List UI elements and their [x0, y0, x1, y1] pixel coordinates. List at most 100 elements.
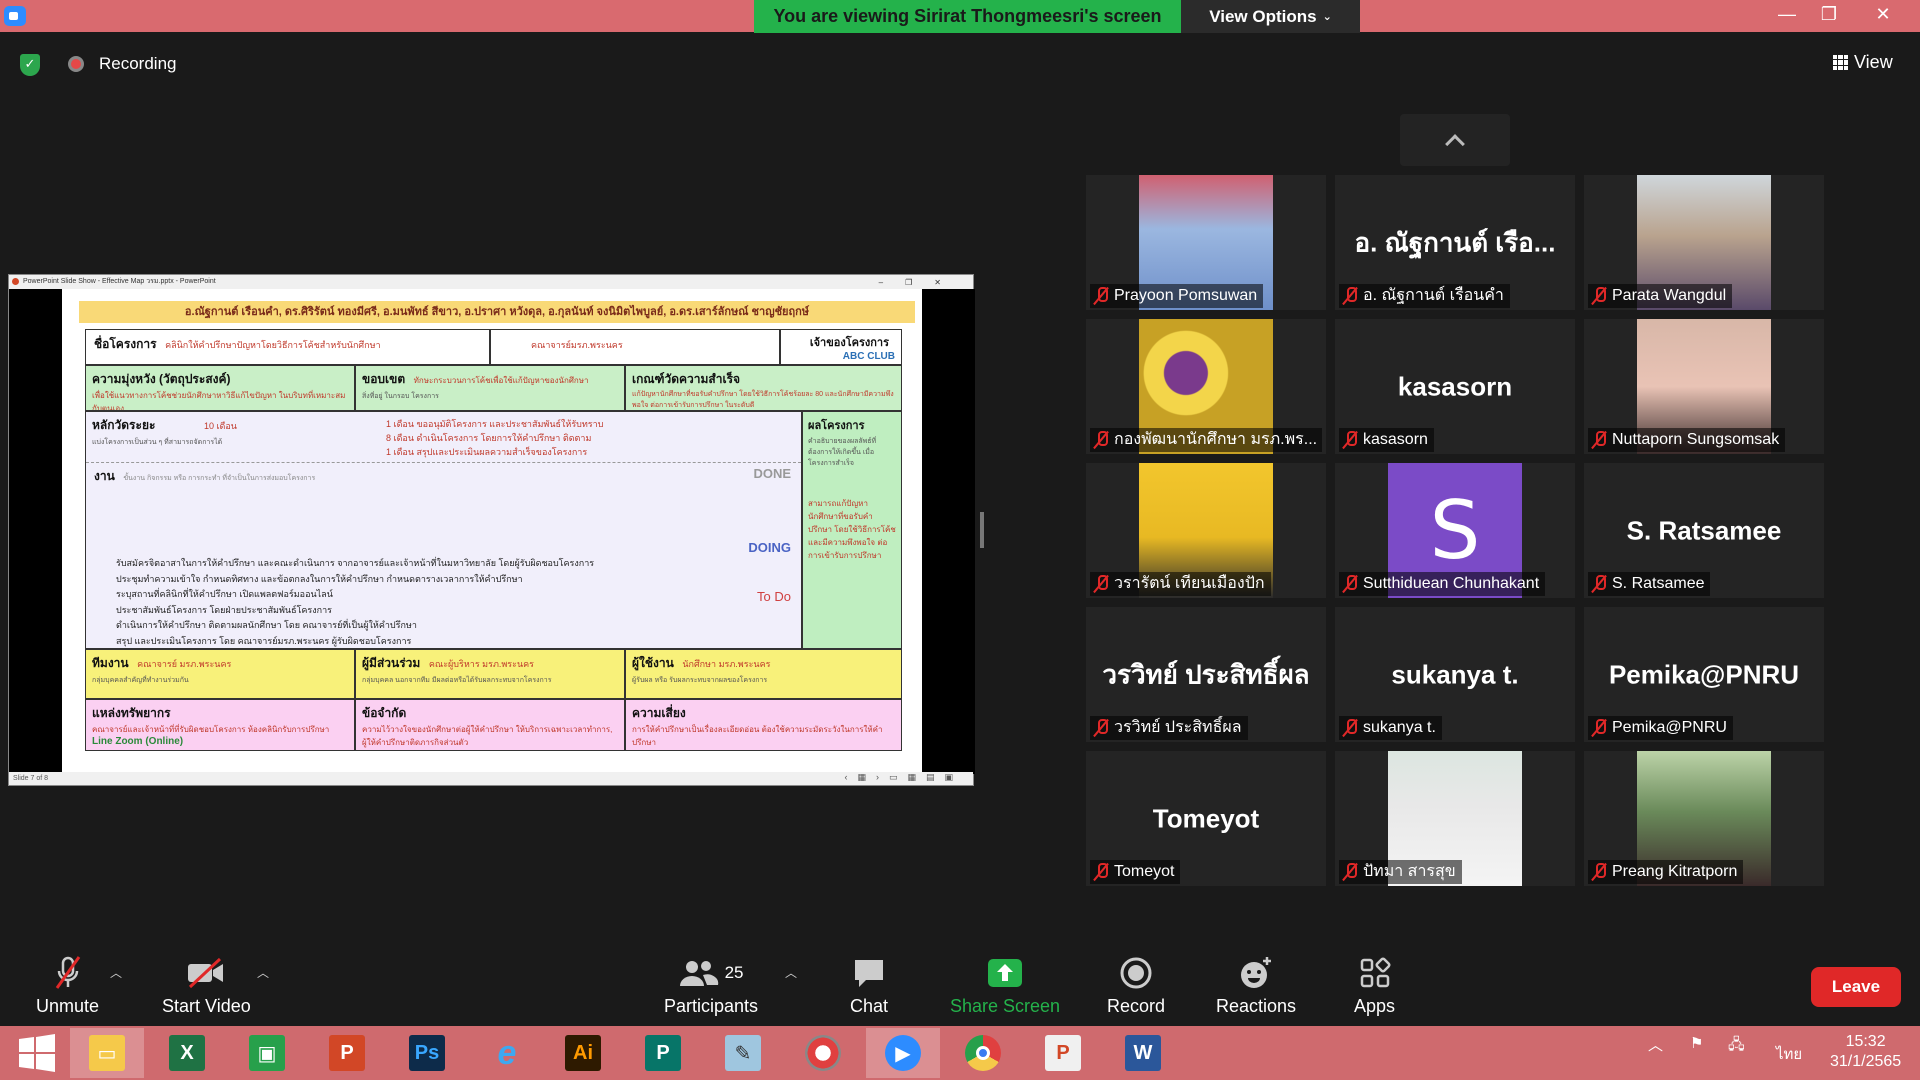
- window-titlebar: You are viewing Sirirat Thongmeesri's sc…: [0, 0, 1920, 33]
- taskbar-chrome[interactable]: [946, 1028, 1020, 1078]
- resource-text: คณาจารย์และเจ้าหน้าที่ที่รับผิดชอบโครงกา…: [92, 725, 330, 734]
- share-screen-button[interactable]: Share Screen: [950, 954, 1060, 1017]
- work-divider: [86, 462, 801, 463]
- risk-text: การให้คำปรึกษาเป็นเรื่องละเอียดอ่อน ต้อง…: [632, 725, 883, 747]
- taskbar-start[interactable]: [0, 1028, 74, 1078]
- participant-name: อ. ณัฐกานต์ เรือนคำ: [1363, 287, 1504, 304]
- slide-goal-box: ความมุ่งหวัง (วัตถุประสงค์) เพื่อใช้แนวท…: [85, 365, 355, 411]
- taskbar-file-explorer[interactable]: ▭: [70, 1028, 144, 1078]
- reactions-button[interactable]: Reactions: [1216, 954, 1296, 1017]
- participant-name-label: Sutthiduean Chunhakant: [1339, 572, 1546, 596]
- leave-button[interactable]: Leave: [1811, 967, 1901, 1007]
- excel-icon: X: [169, 1035, 205, 1071]
- security-shield-icon[interactable]: ✓: [20, 54, 40, 76]
- windows-start-icon: [19, 1034, 55, 1072]
- participant-name: วรวิทย์ ประสิทธิ์ผล: [1114, 719, 1242, 736]
- view-button[interactable]: View: [1833, 52, 1893, 73]
- participant-name-label: Prayoon Pomsuwan: [1090, 284, 1264, 308]
- unmute-button[interactable]: Unmute: [36, 954, 99, 1017]
- muted-mic-icon: [1343, 431, 1357, 449]
- tray-language[interactable]: ไทย: [1776, 1042, 1802, 1066]
- todo-label: To Do: [757, 589, 791, 604]
- duration-value: 10 เดือน: [203, 421, 237, 431]
- start-video-button[interactable]: Start Video: [162, 954, 251, 1017]
- tray-flag-icon[interactable]: ⚑: [1690, 1034, 1703, 1052]
- publisher-icon: P: [645, 1035, 681, 1071]
- milestone-1: 1 เดือน ขออนุมัติโครงการ และประชาสัมพันธ…: [386, 419, 604, 429]
- participant-tile[interactable]: วรวิทย์ ประสิทธิ์ผล วรวิทย์ ประสิทธิ์ผล: [1086, 607, 1326, 742]
- taskbar-illustrator[interactable]: Ai: [546, 1028, 620, 1078]
- recording-label[interactable]: Recording: [99, 54, 177, 74]
- slide-result-box: ผลโครงการ คำอธิบายของผลลัพธ์ที่ต้องการให…: [802, 411, 902, 649]
- record-label: Record: [1107, 996, 1166, 1016]
- participant-tile[interactable]: sukanya t. sukanya t.: [1335, 607, 1575, 742]
- apps-button[interactable]: Apps: [1354, 954, 1395, 1017]
- participant-tile[interactable]: ปัทมา สารสุข: [1335, 751, 1575, 886]
- recording-icon: [68, 56, 84, 72]
- taskbar-word[interactable]: W: [1106, 1028, 1180, 1078]
- task-item: ระบุสถานที่คลินิกที่ให้คำปรึกษา เปิดแพลต…: [86, 587, 706, 603]
- chevron-down-icon: ⌄: [1322, 11, 1332, 23]
- close-button[interactable]: ✕: [1868, 4, 1898, 25]
- participant-display-name: kasasorn: [1397, 371, 1513, 401]
- participant-tile[interactable]: กองพัฒนานักศึกษา มรภ.พร...: [1086, 319, 1326, 454]
- stakeholder-value: คณะผู้บริหาร มรภ.พระนคร: [428, 659, 534, 669]
- splitter-handle[interactable]: [980, 512, 984, 548]
- slide-counter: Slide 7 of 8: [13, 775, 49, 782]
- taskbar-excel[interactable]: X: [150, 1028, 224, 1078]
- participant-tile[interactable]: Prayoon Pomsuwan: [1086, 175, 1326, 310]
- participants-caret-icon[interactable]: ︿: [785, 964, 797, 981]
- project-label: ชื่อโครงการ: [94, 337, 157, 351]
- participant-tile[interactable]: Parata Wangdul: [1584, 175, 1824, 310]
- gallery-scroll-up-button[interactable]: [1400, 114, 1510, 166]
- taskbar-store[interactable]: ▣: [230, 1028, 304, 1078]
- view-options-button[interactable]: View Options ⌄: [1181, 0, 1360, 33]
- participant-name-label: อ. ณัฐกานต์ เรือนคำ: [1339, 284, 1510, 308]
- goal-text: เพื่อใช้แนวทางการโค้ชช่วยนักศึกษาหาวิธีแ…: [92, 391, 346, 411]
- task-item: ประชาสัมพันธ์โครงการ โดยฝ่ายประชาสัมพันธ…: [86, 603, 706, 619]
- participant-tile[interactable]: Pemika@PNRU Pemika@PNRU: [1584, 607, 1824, 742]
- participant-tile[interactable]: วรารัตน์ เทียนเมืองปัก: [1086, 463, 1326, 598]
- participant-tile[interactable]: อ. ณัฐกานต์ เรือ... อ. ณัฐกานต์ เรือนคำ: [1335, 175, 1575, 310]
- taskbar-photoshop[interactable]: Ps: [390, 1028, 464, 1078]
- muted-mic-icon: [1592, 431, 1606, 449]
- taskbar-photoscape[interactable]: [786, 1028, 860, 1078]
- slide-work-box: หลักวัดระยะ 10 เดือน แบ่งโครงการเป็นส่วน…: [85, 411, 802, 649]
- participant-name-label: วรารัตน์ เทียนเมืองปัก: [1090, 572, 1271, 596]
- project-value: คลินิกให้คำปรึกษาปัญหาโดยวิธีการโค้ชสำหร…: [165, 340, 381, 350]
- clock-time: 15:32: [1845, 1033, 1886, 1050]
- participant-tile[interactable]: kasasorn kasasorn: [1335, 319, 1575, 454]
- tray-overflow-icon[interactable]: ︿: [1648, 1034, 1663, 1055]
- stakeholder-label: ผู้มีส่วนร่วม: [362, 656, 421, 670]
- tray-network-icon[interactable]: 🖧: [1728, 1034, 1745, 1059]
- participants-button[interactable]: 25 Participants: [664, 954, 758, 1017]
- taskbar-clock[interactable]: 15:32 31/1/2565: [1830, 1032, 1901, 1072]
- participant-tile[interactable]: Tomeyot Tomeyot: [1086, 751, 1326, 886]
- slide-authors: อ.ณัฐกานต์ เรือนคำ, ดร.ศิริรัตน์ ทองมีศร…: [79, 301, 915, 323]
- participant-tile[interactable]: Nuttaporn Sungsomsak: [1584, 319, 1824, 454]
- taskbar-powerpoint-2[interactable]: P: [1026, 1028, 1100, 1078]
- participant-tile[interactable]: S. Ratsamee S. Ratsamee: [1584, 463, 1824, 598]
- restore-button[interactable]: ❐: [1814, 4, 1844, 25]
- participant-tile[interactable]: Preang Kitratporn: [1584, 751, 1824, 886]
- audio-options-caret-icon[interactable]: ︿: [110, 964, 122, 981]
- taskbar-internet-explorer[interactable]: e: [470, 1028, 544, 1078]
- chat-button[interactable]: Chat: [850, 954, 888, 1017]
- milestone-2: 8 เดือน ดำเนินโครงการ โดยการให้คำปรึกษา …: [386, 433, 592, 443]
- taskbar-notepad[interactable]: ✎: [706, 1028, 780, 1078]
- user-sub: ผู้รับผล หรือ รับผลกระทบจากผลของโครงการ: [632, 677, 768, 684]
- minimize-button[interactable]: —: [1772, 4, 1802, 25]
- taskbar-powerpoint[interactable]: P: [310, 1028, 384, 1078]
- taskbar-zoom[interactable]: ▶: [866, 1028, 940, 1078]
- participant-tile[interactable]: S Sutthiduean Chunhakant: [1335, 463, 1575, 598]
- taskbar-publisher[interactable]: P: [626, 1028, 700, 1078]
- record-button[interactable]: Record: [1107, 954, 1165, 1017]
- result-label: ผลโครงการ: [808, 420, 865, 432]
- muted-mic-icon: [1343, 863, 1357, 881]
- user-value: นักศึกษา มรภ.พระนคร: [682, 659, 771, 669]
- muted-mic-icon: [1343, 575, 1357, 593]
- video-options-caret-icon[interactable]: ︿: [257, 964, 269, 981]
- shared-screen[interactable]: PowerPoint Slide Show - Effective Map วร…: [8, 274, 975, 786]
- powerpoint-window-title: PowerPoint Slide Show - Effective Map วร…: [23, 278, 216, 285]
- result-text: สามารถแก้ปัญหานักศึกษาที่ขอรับคำปรึกษา โ…: [808, 499, 896, 560]
